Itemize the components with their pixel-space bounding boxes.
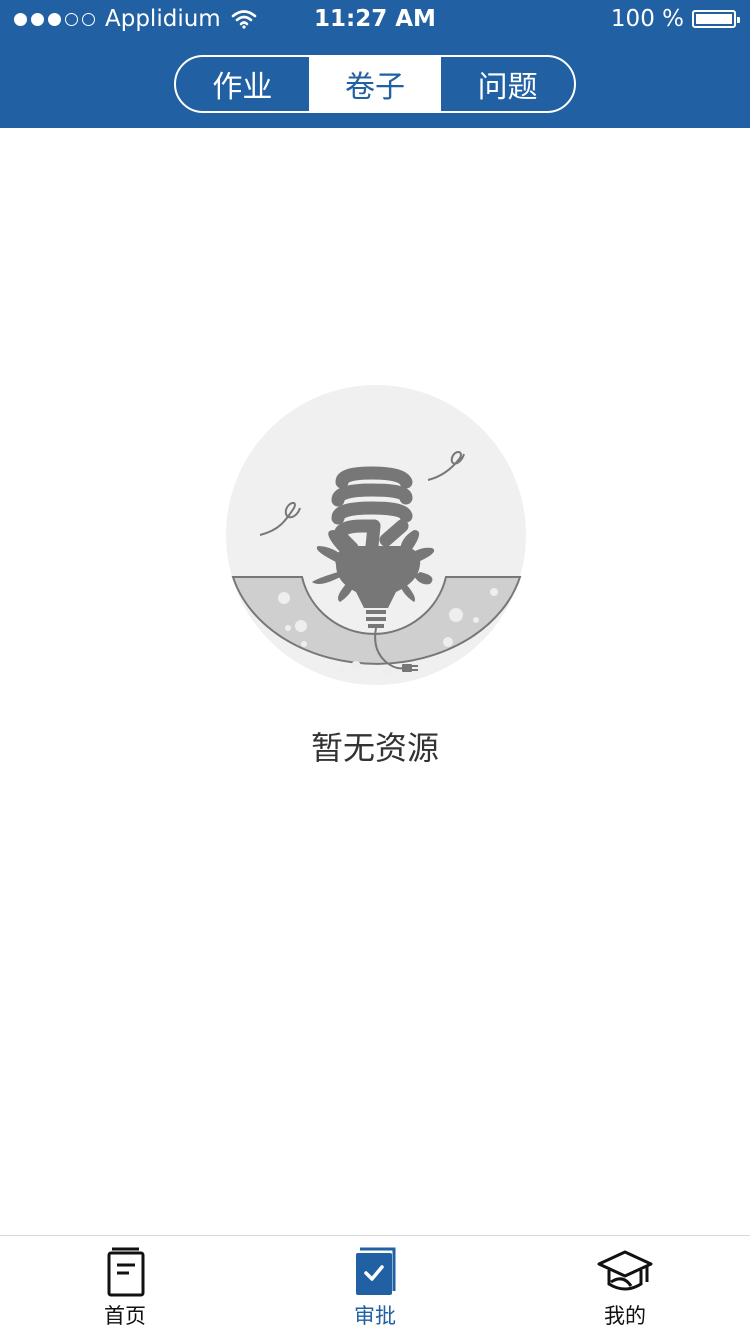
- status-bar: Applidium 11:27 AM 100 %: [0, 0, 750, 40]
- empty-state-message: 暂无资源: [310, 729, 439, 767]
- tab-approval[interactable]: 审批: [250, 1236, 500, 1335]
- lightbulb-plant-icon: [226, 385, 526, 685]
- segment-papers[interactable]: 卷子: [308, 57, 442, 111]
- segmented-control: 作业 卷子 问题: [174, 55, 576, 113]
- notebook-icon: [97, 1246, 153, 1298]
- tab-mine-label: 我的: [604, 1304, 646, 1328]
- tab-home[interactable]: 首页: [0, 1236, 250, 1335]
- battery-icon: [692, 10, 740, 28]
- status-right: 100 %: [610, 6, 740, 32]
- approval-book-icon: [347, 1246, 403, 1298]
- tab-mine[interactable]: 我的: [500, 1236, 750, 1335]
- tab-home-label: 首页: [104, 1304, 146, 1328]
- bottom-tab-bar: 首页 审批 我的: [0, 1235, 750, 1335]
- segment-homework[interactable]: 作业: [176, 57, 309, 111]
- graduation-cap-icon: [597, 1246, 653, 1298]
- top-navigation-bar: Applidium 11:27 AM 100 % 作业 卷子 问题: [0, 0, 750, 128]
- battery-percentage: 100 %: [610, 6, 684, 32]
- tab-approval-label: 审批: [354, 1304, 396, 1328]
- segment-questions[interactable]: 问题: [441, 57, 574, 111]
